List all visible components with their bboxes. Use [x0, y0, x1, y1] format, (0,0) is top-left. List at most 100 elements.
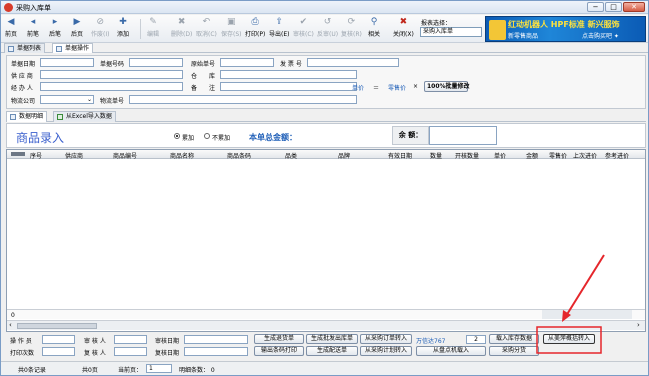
cancel-button[interactable]: ↶ 取消(C) [196, 17, 217, 38]
export-button[interactable]: ⇪ 导出(E) [269, 17, 289, 38]
first-page-icon: ◀ [7, 17, 15, 27]
no-accumulate-label: 不累加 [212, 135, 231, 142]
cancel-label: 取消(C) [196, 31, 217, 38]
export-icon: ⇪ [275, 17, 283, 27]
edit-button[interactable]: ✎ 编辑 [147, 17, 159, 38]
audit-date-field[interactable] [184, 335, 248, 344]
balance-label: 余 额： [392, 126, 429, 145]
col-ref-cost[interactable]: 参考进价 [605, 151, 629, 160]
tab-doc-list[interactable]: 单据列表 [4, 43, 46, 53]
operator-label: 操 作 员 [10, 338, 32, 345]
supplier-field[interactable] [40, 70, 183, 79]
tab-doc-operate[interactable]: 单据操作 [52, 43, 94, 53]
orig-no-field[interactable] [220, 58, 274, 67]
app-window: 采购入库单 − □ ✕ ◀ 前页 ◂ 前笔 ▸ 后笔 ▶ 后页 ⊘ 作废(I) ✚ 添加 ✎… [0, 0, 649, 376]
last-page-button[interactable]: ▶ 后页 [71, 17, 83, 38]
add-button[interactable]: ✚ 添加 [117, 17, 129, 38]
col-seq[interactable]: 序号 [30, 151, 42, 160]
current-page-input[interactable]: 1 [146, 364, 172, 373]
col-brand[interactable]: 品牌 [338, 151, 350, 160]
from-purchase-order-button[interactable]: 从采购订单转入 [360, 334, 412, 344]
next-record-button[interactable]: ▸ 后笔 [49, 17, 61, 38]
summary-cell [542, 310, 632, 319]
col-supplier[interactable]: 供应商 [65, 151, 83, 160]
bottom-panel: 操 作 员 审 核 人 审核日期 打印次数 复 核 人 复核日期 生成退货单 生… [6, 333, 646, 359]
col-check-quantity[interactable]: 开核数量 [455, 151, 479, 160]
logistics-no-field[interactable] [129, 95, 357, 104]
print-count-field[interactable] [42, 347, 75, 356]
auditor-field[interactable] [114, 335, 147, 344]
supplier-label: 供 应 商 [11, 73, 33, 80]
col-last-cost[interactable]: 上次进价 [573, 151, 597, 160]
maximize-button[interactable]: □ [605, 2, 622, 12]
void-button[interactable]: ⊘ 作废(I) [91, 17, 109, 38]
generate-distribution-button[interactable]: 生成配送单 [306, 346, 358, 356]
col-unit-price[interactable]: 单价 [494, 151, 506, 160]
load-stock-button[interactable]: 载入库存数据 [489, 334, 539, 344]
from-purchase-plan-button[interactable]: 从采购计划转入 [360, 346, 412, 356]
col-expiry[interactable]: 有效日期 [388, 151, 412, 160]
delete-button[interactable]: ✖ 删除(D) [171, 17, 192, 38]
audit-date-label: 审核日期 [155, 338, 180, 345]
col-product-code[interactable]: 商品编号 [113, 151, 137, 160]
banner-cta: 点击购买吧 ✦ [582, 33, 619, 40]
generate-return-button[interactable]: 生成退货单 [254, 334, 304, 344]
doc-date-field[interactable] [40, 58, 94, 67]
ad-banner[interactable]: 红动机器人 HPF标准 新兴服饰 新零售商品 点击购买吧 ✦ [485, 16, 646, 42]
close-window-button[interactable]: ✕ [623, 2, 645, 12]
detail-count: 明细条数： 0 [179, 367, 215, 374]
tab-excel-import[interactable]: 从Excel导入数据 [53, 111, 116, 122]
tab-data-detail-label: 数据明细 [19, 113, 44, 120]
unaudit-button[interactable]: ↺ 反审(U) [317, 17, 338, 38]
undo-icon: ↶ [202, 17, 211, 27]
col-amount[interactable]: 金额 [526, 151, 538, 160]
col-product-name[interactable]: 商品名称 [170, 151, 194, 160]
doc-no-label: 单据号码 [100, 61, 125, 68]
wanxin-field[interactable]: 2 [466, 335, 486, 344]
review-date-field[interactable] [184, 347, 248, 356]
tab-excel-import-label: 从Excel导入数据 [66, 113, 112, 120]
invoice-field[interactable] [307, 58, 399, 67]
first-page-button[interactable]: ◀ 前页 [5, 17, 17, 38]
related-label: 相关 [368, 31, 381, 38]
delete-icon: ✖ [177, 17, 186, 27]
audit-button[interactable]: ✔ 审核(C) [293, 17, 314, 38]
from-summary-button[interactable]: 从美萍概括转入 [543, 334, 595, 344]
audit-label: 审核(C) [293, 31, 314, 38]
scroll-thumb[interactable] [17, 323, 97, 329]
handler-field[interactable] [40, 82, 183, 91]
next-record-label: 后笔 [49, 31, 62, 38]
tab-data-detail[interactable]: 数据明细 [6, 111, 48, 122]
col-category[interactable]: 品类 [285, 151, 297, 160]
prev-record-button[interactable]: ◂ 前笔 [27, 17, 39, 38]
col-barcode[interactable]: 商品条码 [227, 151, 251, 160]
batch-modify-button[interactable]: 100%批量修改 [424, 81, 470, 92]
reviewer-field[interactable] [114, 347, 147, 356]
remark-field[interactable] [220, 82, 357, 91]
operator-field[interactable] [42, 335, 75, 344]
close-button[interactable]: ✖ 关闭(X) [393, 17, 414, 38]
logistics-company-select[interactable]: ⌄ [40, 95, 94, 104]
accumulate-radio[interactable] [174, 133, 180, 139]
scroll-left-icon[interactable]: ‹ [9, 321, 12, 329]
barcode-print-button[interactable]: 输出条码打印 [254, 346, 304, 356]
minimize-button[interactable]: − [587, 2, 604, 12]
warehouse-field[interactable] [220, 70, 357, 79]
col-retail-price[interactable]: 零售价 [549, 151, 567, 160]
related-button[interactable]: ⚲ 相关 [368, 17, 380, 38]
horizontal-scrollbar[interactable]: ‹ › [7, 320, 645, 330]
save-button[interactable]: ▣ 保存(S) [221, 17, 242, 38]
col-quantity[interactable]: 数量 [430, 151, 442, 160]
report-select[interactable]: 采购入库单 [420, 27, 482, 37]
remark-label: 备 注 [191, 85, 216, 92]
print-button[interactable]: ⎙ 打印(P) [245, 17, 265, 38]
purchase-split-button[interactable]: 采购分货 [489, 346, 539, 356]
detail-tabs: 数据明细 从Excel导入数据 [6, 111, 646, 122]
doc-no-field[interactable] [129, 58, 183, 67]
handler-label: 经 办 人 [11, 85, 33, 92]
no-accumulate-radio[interactable] [204, 133, 210, 139]
generate-wholesale-button[interactable]: 生成批发出库单 [306, 334, 358, 344]
scroll-right-icon[interactable]: › [637, 321, 640, 329]
load-from-pda-button[interactable]: 从盘点机载入 [416, 346, 486, 356]
recheck-button[interactable]: ⟳ 复核(R) [341, 17, 362, 38]
